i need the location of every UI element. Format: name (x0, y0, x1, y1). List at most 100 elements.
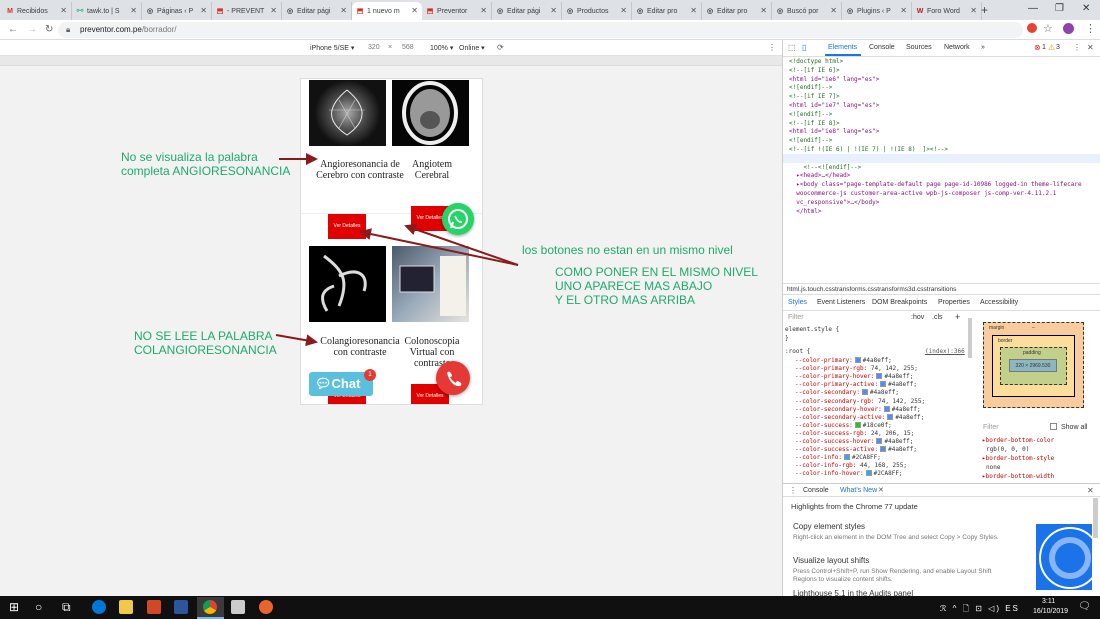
css-variable-declaration[interactable]: --color-success-rgb: 24, 206, 15; (795, 430, 914, 437)
computed-filter-input[interactable]: Filter (983, 424, 999, 431)
browser-tab[interactable]: W Foro Word ✕ (912, 2, 982, 20)
tab-console[interactable]: Console (869, 44, 895, 51)
styles-scrollbar[interactable] (968, 318, 972, 358)
device-toggle-icon[interactable]: ▯ (802, 43, 806, 52)
color-swatch-icon[interactable] (862, 389, 869, 396)
whats-new-title[interactable]: Visualize layout shifts (793, 556, 869, 565)
chrome-taskbar-active[interactable] (197, 597, 224, 619)
element-style-rule[interactable]: element.style { (785, 326, 839, 333)
devtools-close-icon[interactable]: ✕ (1087, 43, 1094, 52)
styles-filter-input[interactable]: Filter (788, 314, 804, 321)
css-variable-declaration[interactable]: --color-success-hover: #4a8eff; (795, 438, 913, 445)
edge-icon[interactable] (92, 600, 106, 614)
color-swatch-icon[interactable] (854, 357, 861, 363)
tab-properties[interactable]: Properties (938, 299, 970, 306)
dom-node-line[interactable]: <![endif]--> (789, 84, 1100, 93)
tab-event-listeners[interactable]: Event Listeners (817, 299, 865, 306)
css-variable-declaration[interactable]: --color-info-hover: #2CA8FF; (795, 470, 903, 477)
warning-icon[interactable]: ⚠ (1048, 43, 1055, 52)
dom-node-line[interactable]: <html id="ie8" lang="es"> (789, 128, 1100, 137)
css-variable-declaration[interactable]: --color-secondary-hover: #4a8eff; (795, 405, 921, 413)
whats-new-title[interactable]: Copy element styles (793, 522, 865, 531)
dom-node-line[interactable]: </html> (789, 208, 1100, 217)
drawer-tab-console[interactable]: Console (803, 487, 829, 494)
computed-property[interactable]: ▸border-bottom-style (982, 455, 1054, 462)
inspect-element-icon[interactable]: ⬚ (788, 43, 796, 52)
dom-node-line[interactable]: <html id="ie7" lang="es"> (789, 102, 1100, 111)
dom-tree[interactable]: <!doctype html> <!--[if IE 6]> <html id="i… (789, 58, 1100, 216)
color-swatch-icon[interactable] (854, 421, 861, 428)
word-icon[interactable] (174, 600, 188, 614)
show-all-checkbox[interactable] (1050, 423, 1057, 430)
dom-node-line[interactable]: ▸<body class="page-template-default page… (789, 181, 1100, 190)
bookmark-star-icon[interactable]: ☆ (1043, 22, 1053, 35)
tab-close-icon[interactable]: ✕ (830, 6, 837, 15)
hov-toggle[interactable]: :hov (911, 314, 924, 321)
css-variable-declaration[interactable]: --color-success: #18ce0f; (795, 421, 892, 429)
dom-node-line[interactable]: <html id="ie6" lang="es"> (789, 76, 1100, 85)
system-tray[interactable]: ℛ ^ 🗋 ⊡ ◁) ES (940, 603, 1020, 617)
color-swatch-icon[interactable] (880, 381, 887, 388)
computed-property[interactable]: ▸border-bottom-color (982, 437, 1054, 444)
css-variable-declaration[interactable]: --color-info: #2CA8FF; (795, 454, 881, 461)
drawer-tab-whats-new[interactable]: What's New (840, 487, 877, 494)
dom-node-line[interactable]: vc_responsive">…</body> (789, 199, 1100, 208)
browser-tab[interactable]: ◎ Plugins ‹ P ✕ (842, 2, 912, 20)
photos-icon[interactable] (231, 600, 245, 614)
drawer-close-icon[interactable]: ✕ (1087, 486, 1094, 495)
dom-node-line[interactable]: <!--<![endif]--> (789, 164, 1100, 173)
drawer-scrollbar[interactable] (1093, 498, 1098, 538)
minimize-icon[interactable]: — (1028, 3, 1038, 14)
css-variable-declaration[interactable]: --color-info-rgb: 44, 168, 255; (795, 462, 907, 469)
root-rule-selector[interactable]: :root { (785, 348, 810, 355)
error-count[interactable]: 1 (1042, 44, 1046, 51)
file-explorer-icon[interactable] (119, 600, 133, 614)
tab-sources[interactable]: Sources (906, 44, 932, 51)
search-icon[interactable]: ○ (35, 600, 42, 614)
css-variable-declaration[interactable]: --color-secondary-rgb: 74, 142, 255; (795, 398, 925, 405)
error-icon[interactable]: ⊗ (1034, 43, 1041, 52)
css-variable-declaration[interactable]: --color-secondary: #4a8eff; (795, 389, 899, 396)
color-swatch-icon[interactable] (843, 454, 850, 461)
tab-close-icon[interactable]: ✕ (900, 6, 907, 15)
dom-node-line[interactable]: <!doctype html> (789, 58, 1100, 67)
css-variable-declaration[interactable]: --color-primary-hover: #4a8eff; (795, 373, 913, 380)
rule-source-link[interactable]: (index):366 (925, 348, 965, 355)
color-swatch-icon[interactable] (865, 470, 872, 477)
app-icon[interactable] (259, 600, 273, 614)
tab-dom-breakpoints[interactable]: DOM Breakpoints (872, 299, 927, 306)
tab-styles[interactable]: Styles (788, 299, 807, 306)
tab-more[interactable]: » (981, 44, 985, 51)
dom-breadcrumb[interactable]: html.js.touch.csstransforms.csstransform… (783, 283, 1100, 295)
clock-time[interactable]: 3:11 (1042, 598, 1055, 605)
css-variable-declaration[interactable]: --color-primary: #4a8eff; (795, 357, 892, 364)
tab-elements[interactable]: Elements (828, 44, 857, 51)
notifications-icon[interactable]: 🗨︎ (1078, 601, 1091, 612)
extension-icon[interactable] (1027, 23, 1037, 33)
css-variable-declaration[interactable]: --color-primary-rgb: 74, 142, 255; (795, 365, 918, 372)
color-swatch-icon[interactable] (887, 413, 894, 420)
new-tab-button[interactable]: + (981, 3, 988, 17)
color-swatch-icon[interactable] (876, 438, 883, 444)
dom-node-line[interactable]: <![endif]--> (789, 137, 1100, 146)
task-view-icon[interactable]: ⧉ (62, 600, 71, 615)
color-swatch-icon[interactable] (880, 446, 887, 453)
dom-node-line[interactable]: <![endif]--> (789, 111, 1100, 120)
close-window-icon[interactable]: ✕ (1082, 3, 1090, 14)
color-swatch-icon[interactable] (883, 405, 890, 412)
windows-start-icon[interactable]: ⊞ (9, 600, 19, 614)
css-variable-declaration[interactable]: --color-success-active: #4a8eff; (795, 446, 917, 453)
close-tab-icon[interactable]: ✕ (878, 486, 884, 494)
css-variable-declaration[interactable]: --color-secondary-active: #4a8eff; (795, 413, 924, 421)
powerpoint-icon[interactable] (147, 600, 161, 614)
devtools-menu-icon[interactable]: ⋮ (1073, 43, 1081, 52)
computed-property[interactable]: ▸border-bottom-width (982, 473, 1054, 480)
clock-date[interactable]: 16/10/2019 (1033, 608, 1068, 615)
chrome-menu-icon[interactable]: ⋮ (1085, 22, 1096, 35)
dom-node-line[interactable]: <!--[if IE 6]> (789, 67, 1100, 76)
tab-accessibility[interactable]: Accessibility (980, 299, 1018, 306)
browser-tab[interactable]: ◎ Buscó por ✕ (772, 2, 842, 20)
warning-count[interactable]: 3 (1056, 44, 1060, 51)
drawer-menu-icon[interactable]: ⋮ (789, 486, 797, 495)
cls-toggle[interactable]: .cls (932, 314, 943, 321)
